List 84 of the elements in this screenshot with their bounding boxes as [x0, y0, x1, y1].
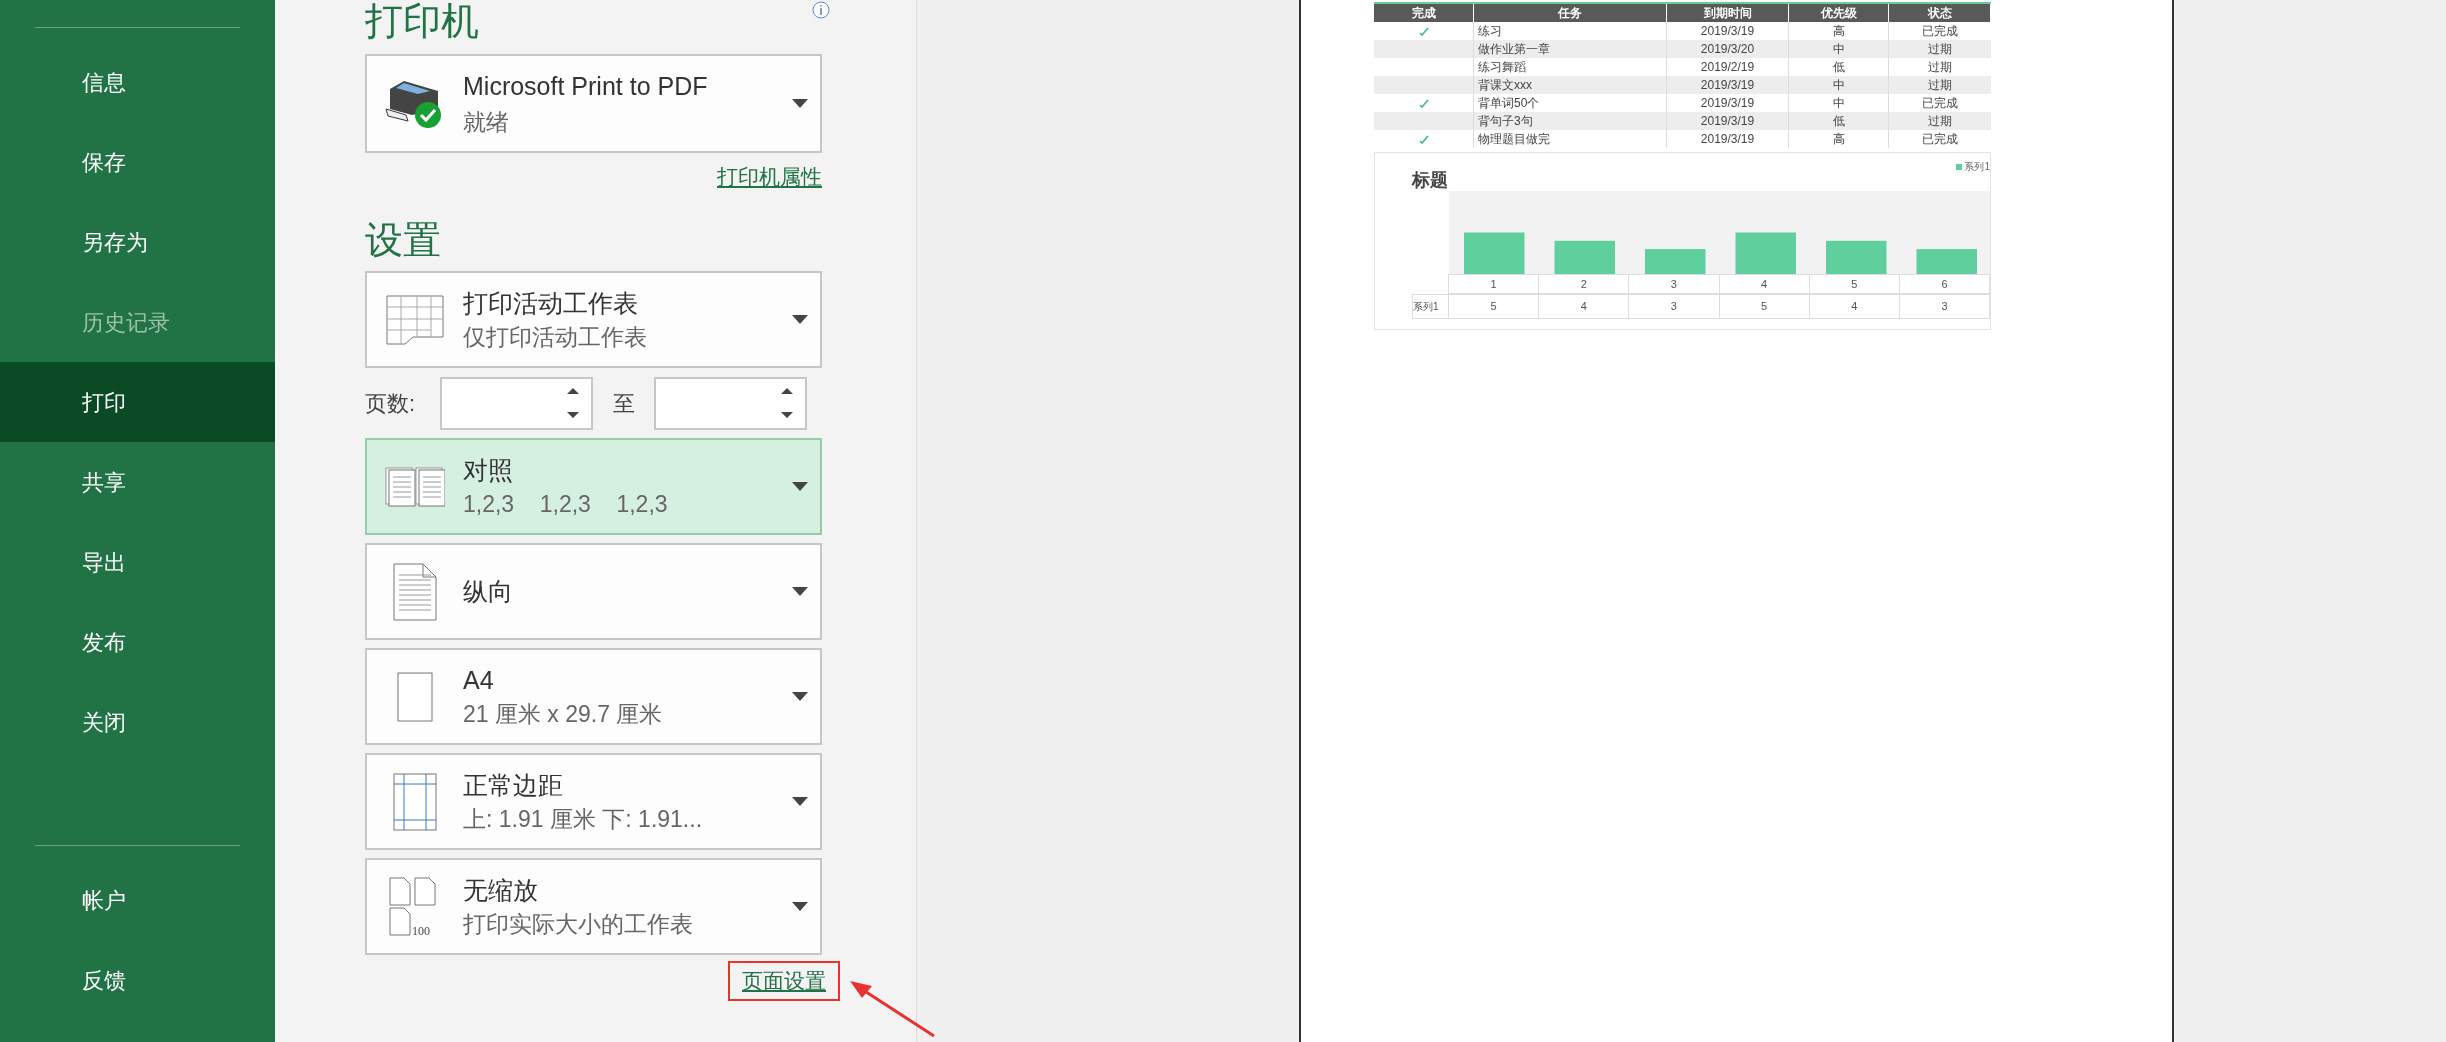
section-heading: 设置 [365, 221, 442, 259]
settings-dropdown[interactable]: 纵向 [365, 543, 822, 640]
to-label: 至 [611, 389, 636, 418]
sidebar-item[interactable]: 反馈 [0, 940, 275, 1020]
option-subtitle: 1,2,3 1,2,3 1,2,3 [463, 489, 669, 519]
table-cell-text: 过期 [1927, 113, 1953, 130]
bar [1644, 249, 1706, 274]
option-subtitle: 上: 1.91 厘米 下: 1.91... [463, 804, 704, 834]
table-cell: 2019/3/19 [1667, 130, 1789, 148]
data-value: 5 [1718, 294, 1810, 319]
option-title: 无缩放 [463, 874, 539, 906]
sidebar-item[interactable]: 关闭 [0, 682, 275, 762]
category-label: 6 [1898, 274, 1991, 294]
data-value: 5 [1448, 294, 1540, 319]
spinner-arrows-icon [567, 388, 579, 418]
caret-icon [792, 587, 808, 596]
series-label: 系列1 [1412, 294, 1449, 319]
bar [1554, 240, 1615, 274]
option-title: 纵向 [463, 575, 514, 607]
caret-icon [792, 315, 808, 324]
document-icon [393, 562, 437, 621]
sidebar-item[interactable]: 共享 [0, 442, 275, 522]
collated-pages-icon [385, 466, 445, 507]
option-title: 正常边距 [463, 769, 564, 801]
table-cell: 物理题目做完 [1474, 130, 1667, 148]
data-value: 4 [1808, 294, 1900, 319]
settings-dropdown[interactable]: 正常边距 上: 1.91 厘米 下: 1.91... [365, 753, 822, 850]
table-cell-text: 过期 [1927, 77, 1953, 94]
legend-label: 系列1 [1964, 160, 1990, 174]
data-value: 4 [1538, 294, 1630, 319]
caret-icon [792, 797, 808, 806]
option-subtitle: 21 厘米 x 29.7 厘米 [463, 699, 664, 729]
pages-label: 页数: [365, 389, 417, 418]
caret-icon [792, 902, 808, 911]
printer-name: Microsoft Print to PDF [463, 70, 709, 102]
caret-icon [792, 482, 808, 491]
table-cell-text: 已完成 [1921, 23, 1959, 40]
settings-dropdown[interactable]: 打印活动工作表 仅打印活动工作表 [365, 271, 822, 368]
sidebar-item[interactable]: 发布 [0, 602, 275, 682]
option-title: 对照 [463, 454, 514, 486]
data-value: 3 [1898, 294, 1991, 319]
section-heading: 打印机 [365, 2, 479, 40]
sidebar-item[interactable]: 帐户 [0, 860, 275, 940]
margins-icon [393, 772, 437, 831]
sidebar-item[interactable]: 导出 [0, 522, 275, 602]
table-cell-text: 已完成 [1921, 131, 1959, 148]
table-cell: 高 [1789, 130, 1889, 148]
option-title: A4 [463, 664, 495, 696]
category-label: 1 [1448, 274, 1540, 294]
settings-dropdown[interactable]: 100 无缩放 打印实际大小的工作表 [365, 858, 822, 955]
page-number-field[interactable] [440, 376, 593, 430]
printer-properties-link[interactable]: 打印机属性 [717, 161, 822, 191]
page-number-field[interactable] [654, 376, 807, 430]
bar [1825, 240, 1887, 274]
sidebar-item[interactable]: 打印 [0, 362, 275, 442]
table-cell-text: 过期 [1927, 41, 1953, 58]
spinner-arrows-icon [781, 388, 793, 418]
category-label: 2 [1538, 274, 1630, 294]
caret-icon [792, 692, 808, 701]
settings-dropdown[interactable]: 对照 1,2,3 1,2,3 1,2,3 [365, 438, 822, 535]
category-label: 4 [1718, 274, 1810, 294]
sidebar-item[interactable]: 保存 [0, 122, 275, 202]
table-cell-text: 已完成 [1921, 95, 1959, 112]
bar [1463, 232, 1525, 274]
option-title: 打印活动工作表 [463, 287, 639, 319]
sidebar-item[interactable]: 另存为 [0, 202, 275, 282]
bar [1735, 232, 1796, 274]
category-label: 5 [1808, 274, 1900, 294]
printer-dropdown[interactable]: Microsoft Print to PDF 就绪 [365, 54, 822, 153]
data-value: 3 [1628, 294, 1720, 319]
table-cell-text: 过期 [1927, 59, 1953, 76]
page-setup-link[interactable]: 页面设置 [728, 961, 840, 1001]
info-icon[interactable] [812, 1, 830, 19]
paper-icon [397, 671, 433, 722]
caret-icon [792, 99, 808, 108]
sidebar-item[interactable]: 信息 [0, 42, 275, 122]
category-label: 3 [1628, 274, 1720, 294]
bar [1916, 249, 1977, 274]
option-subtitle: 仅打印活动工作表 [463, 322, 648, 352]
printer-status: 就绪 [463, 107, 510, 137]
worksheet-icon [386, 294, 444, 345]
option-subtitle: 打印实际大小的工作表 [463, 909, 694, 939]
settings-dropdown[interactable]: A4 21 厘米 x 29.7 厘米 [365, 648, 822, 745]
chart-title: 标题 [1412, 169, 1448, 192]
